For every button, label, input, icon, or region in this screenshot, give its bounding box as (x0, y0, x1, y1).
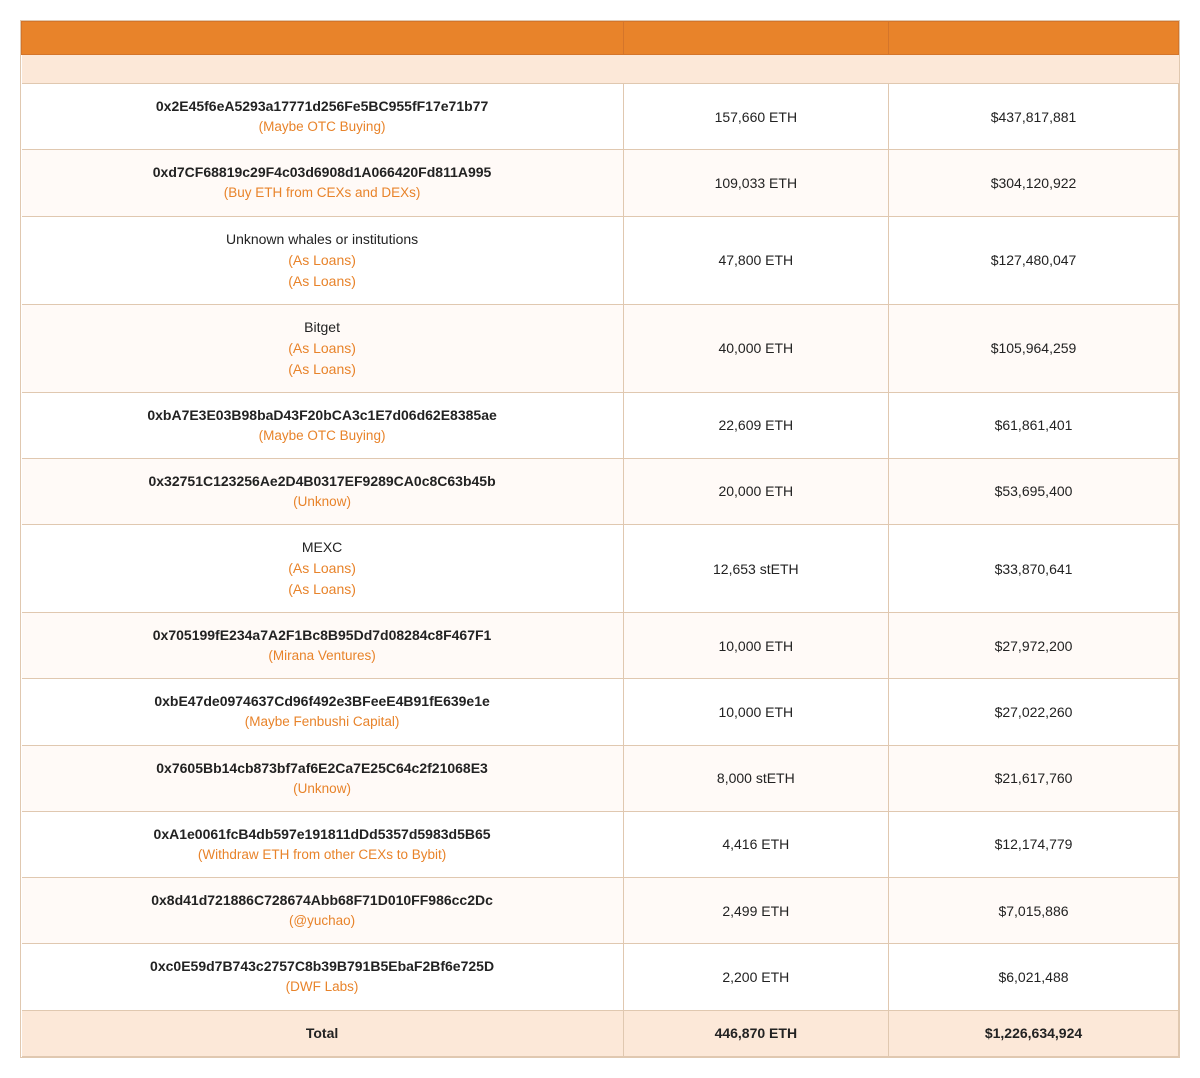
amount-cell: 2,499 ETH (623, 878, 888, 944)
entity-address: 0xbA7E3E03B98baD43F20bCA3c1E7d06d62E8385… (42, 405, 603, 426)
amount-cell: 10,000 ETH (623, 679, 888, 745)
amount-cell: 40,000 ETH (623, 304, 888, 392)
amount-cell: 22,609 ETH (623, 392, 888, 458)
entity-label-inline: (As Loans) (288, 273, 356, 289)
table-row: 0xbE47de0974637Cd96f492e3BFeeE4B91fE639e… (22, 679, 1179, 745)
table-row: 0x7605Bb14cb873bf7af6E2Ca7E25C64c2f21068… (22, 745, 1179, 811)
value-cell: $1,226,634,924 (889, 1010, 1179, 1056)
table-row: 0x705199fE234a7A2F1Bc8B95Dd7d08284c8F467… (22, 613, 1179, 679)
entity-label-inline: (As Loans) (288, 581, 356, 597)
value-cell: $304,120,922 (889, 150, 1179, 216)
table-row: MEXC (As Loans) (As Loans) 12,653 stETH$33,… (22, 525, 1179, 613)
table-row: 0x32751C123256Ae2D4B0317EF9289CA0c8C63b4… (22, 458, 1179, 524)
entity-label: (Buy ETH from CEXs and DEXs) (42, 183, 603, 203)
table-row: 0xc0E59d7B743c2757C8b39B791B5EbaF2Bf6e72… (22, 944, 1179, 1010)
entity-cell: 0xA1e0061fcB4db597e191811dDd5357d5983d5B… (22, 811, 624, 877)
amount-cell: 12,653 stETH (623, 525, 888, 613)
entity-label: (Maybe OTC Buying) (42, 426, 603, 446)
value-cell: $33,870,641 (889, 525, 1179, 613)
value-cell: $127,480,047 (889, 216, 1179, 304)
value-cell: $27,022,260 (889, 679, 1179, 745)
entity-address: 0xbE47de0974637Cd96f492e3BFeeE4B91fE639e… (42, 691, 603, 712)
entity-label: (Maybe OTC Buying) (42, 117, 603, 137)
entity-cell: Total (22, 1010, 624, 1056)
entity-name: Bitget (42, 317, 603, 338)
table-row: 0xbA7E3E03B98baD43F20bCA3c1E7d06d62E8385… (22, 392, 1179, 458)
entity-address: 0x32751C123256Ae2D4B0317EF9289CA0c8C63b4… (42, 471, 603, 492)
value-cell: $437,817,881 (889, 84, 1179, 150)
entity-label: (Unknow) (42, 492, 603, 512)
value-cell: $7,015,886 (889, 878, 1179, 944)
entity-address: 0x705199fE234a7A2F1Bc8B95Dd7d08284c8F467… (42, 625, 603, 646)
value-cell: $12,174,779 (889, 811, 1179, 877)
entity-cell: 0xbE47de0974637Cd96f492e3BFeeE4B91fE639e… (22, 679, 624, 745)
entity-address: 0x8d41d721886C728674Abb68F71D010FF986cc2… (42, 890, 603, 911)
entity-label: (Maybe Fenbushi Capital) (42, 712, 603, 732)
entity-cell: 0x32751C123256Ae2D4B0317EF9289CA0c8C63b4… (22, 458, 624, 524)
entity-label: (Mirana Ventures) (42, 646, 603, 666)
entity-cell: 0xd7CF68819c29F4c03d6908d1A066420Fd811A9… (22, 150, 624, 216)
entity-label: (Withdraw ETH from other CEXs to Bybit) (42, 845, 603, 865)
entity-address: 0x2E45f6eA5293a17771d256Fe5BC955fF17e71b… (42, 96, 603, 117)
main-table-wrapper: 0x2E45f6eA5293a17771d256Fe5BC955fF17e71b… (20, 20, 1180, 1058)
table-row: 0xA1e0061fcB4db597e191811dDd5357d5983d5B… (22, 811, 1179, 877)
entity-cell: MEXC (As Loans) (As Loans) (22, 525, 624, 613)
amount-cell: 109,033 ETH (623, 150, 888, 216)
value-cell: $61,861,401 (889, 392, 1179, 458)
amount-cell: 20,000 ETH (623, 458, 888, 524)
entity-address: 0xd7CF68819c29F4c03d6908d1A066420Fd811A9… (42, 162, 603, 183)
amount-cell: 2,200 ETH (623, 944, 888, 1010)
col-header-entity (22, 22, 624, 55)
value-cell: $53,695,400 (889, 458, 1179, 524)
amount-cell: 47,800 ETH (623, 216, 888, 304)
entity-address: 0xc0E59d7B743c2757C8b39B791B5EbaF2Bf6e72… (42, 956, 603, 977)
amount-cell: 10,000 ETH (623, 613, 888, 679)
amount-cell: 8,000 stETH (623, 745, 888, 811)
amount-cell: 157,660 ETH (623, 84, 888, 150)
value-cell: $6,021,488 (889, 944, 1179, 1010)
value-cell: $21,617,760 (889, 745, 1179, 811)
table-row: 0x8d41d721886C728674Abb68F71D010FF986cc2… (22, 878, 1179, 944)
entity-label: (Unknow) (42, 779, 603, 799)
amount-cell: 4,416 ETH (623, 811, 888, 877)
value-cell: $27,972,200 (889, 613, 1179, 679)
entity-cell: 0xc0E59d7B743c2757C8b39B791B5EbaF2Bf6e72… (22, 944, 624, 1010)
table-row: Unknown whales or institutions (As Loans)… (22, 216, 1179, 304)
amount-cell: 446,870 ETH (623, 1010, 888, 1056)
table-row: Bitget (As Loans) (As Loans) 40,000 ETH$105… (22, 304, 1179, 392)
entity-label: (DWF Labs) (42, 977, 603, 997)
col-header-value (889, 22, 1179, 55)
entity-label-inline: (As Loans) (288, 252, 356, 268)
table-row: 0x2E45f6eA5293a17771d256Fe5BC955fF17e71b… (22, 84, 1179, 150)
entity-cell: 0x8d41d721886C728674Abb68F71D010FF986cc2… (22, 878, 624, 944)
entity-address: 0xA1e0061fcB4db597e191811dDd5357d5983d5B… (42, 824, 603, 845)
entity-label: (@yuchao) (42, 911, 603, 931)
entity-label-inline: (As Loans) (288, 340, 356, 356)
entity-cell: 0xbA7E3E03B98baD43F20bCA3c1E7d06d62E8385… (22, 392, 624, 458)
entity-cell: 0x2E45f6eA5293a17771d256Fe5BC955fF17e71b… (22, 84, 624, 150)
entity-name: Total (42, 1023, 603, 1044)
entity-address: 0x7605Bb14cb873bf7af6E2Ca7E25C64c2f21068… (42, 758, 603, 779)
entity-name: MEXC (42, 537, 603, 558)
analyzed-by-label (22, 55, 1179, 84)
entity-cell: 0x7605Bb14cb873bf7af6E2Ca7E25C64c2f21068… (22, 745, 624, 811)
value-cell: $105,964,259 (889, 304, 1179, 392)
entity-label-inline: (As Loans) (288, 560, 356, 576)
table-row: Total 446,870 ETH$1,226,634,924 (22, 1010, 1179, 1056)
entity-name: Unknown whales or institutions (42, 229, 603, 250)
entity-cell: Bitget (As Loans) (As Loans) (22, 304, 624, 392)
entity-cell: Unknown whales or institutions (As Loans)… (22, 216, 624, 304)
col-header-amount (623, 22, 888, 55)
entity-cell: 0x705199fE234a7A2F1Bc8B95Dd7d08284c8F467… (22, 613, 624, 679)
table-row: 0xd7CF68819c29F4c03d6908d1A066420Fd811A9… (22, 150, 1179, 216)
entity-label-inline: (As Loans) (288, 361, 356, 377)
eth-transfer-table: 0x2E45f6eA5293a17771d256Fe5BC955fF17e71b… (21, 21, 1179, 1057)
